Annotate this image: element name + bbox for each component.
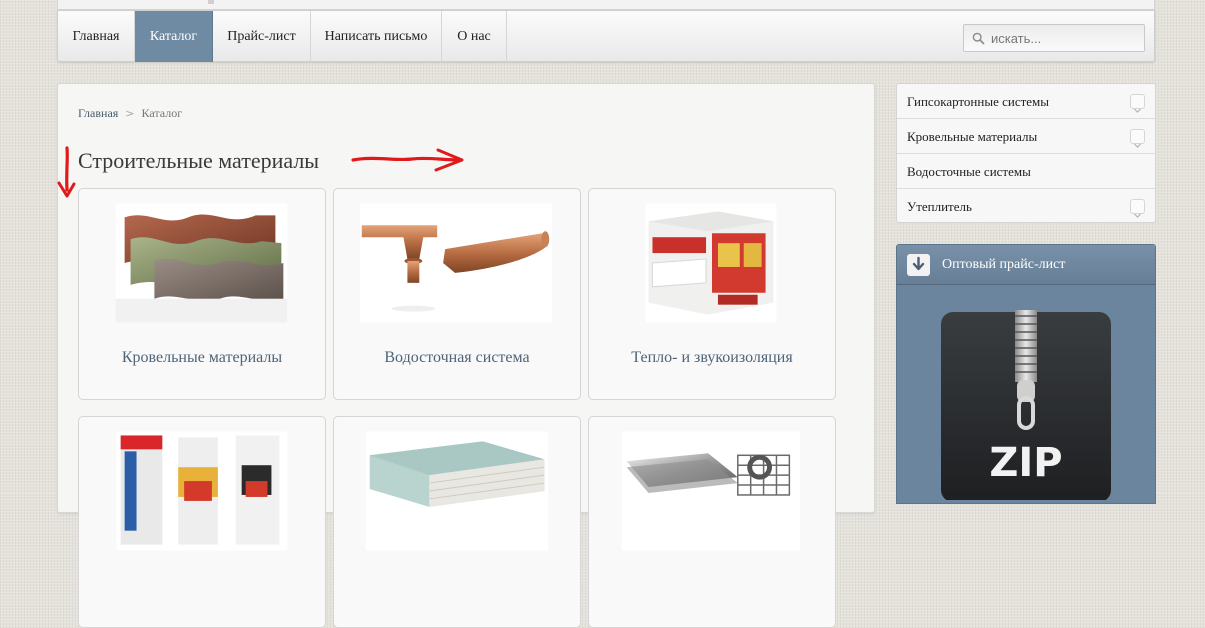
category-card[interactable] [333,416,581,628]
category-card-label: Тепло- и звукоизоляция [631,349,793,366]
price-list-header[interactable]: Оптовый прайс-лист [897,245,1155,285]
catalog-content: Главная > Каталог Строительные материалы К… [57,83,875,628]
category-card[interactable] [588,416,836,628]
sidebar-item-label: Кровельные материалы [907,129,1038,144]
search-box[interactable] [963,24,1145,52]
category-sidebar-menu: Гипсокартонные системы Кровельные матери… [896,83,1156,223]
nav-item-about[interactable]: О нас [442,11,507,62]
nav-item-price-list[interactable]: Прайс-лист [213,11,311,62]
nav-item-write-letter[interactable]: Написать письмо [311,11,442,62]
metal-sheets-image [621,431,801,551]
insulation-image [645,203,777,323]
category-card[interactable]: Тепло- и звукоизоляция [588,188,836,400]
roofing-tiles-image [115,203,288,323]
drywall-sheets-image [365,431,549,551]
chevron-down-icon[interactable] [1130,129,1145,148]
sidebar-item-insulation[interactable]: Утеплитель [897,189,1155,224]
zip-archive-icon[interactable]: ZIP [939,310,1113,502]
gutter-image [359,203,553,323]
red-right-arrow-annotation [351,148,464,172]
sidebar-item-gutter-systems[interactable]: Водосточные системы [897,154,1155,189]
chevron-down-icon[interactable] [1130,199,1145,218]
search-input[interactable] [991,25,1141,51]
sidebar-item-label: Водосточные системы [907,164,1031,179]
sidebar-item-roofing[interactable]: Кровельные материалы [897,119,1155,154]
category-card-label: Водосточная система [384,349,530,366]
top-bar-edge [57,0,1155,10]
red-down-arrow-annotation [57,146,76,198]
dry-mix-bags-image [116,431,288,551]
nav-item-home[interactable]: Главная [58,11,135,62]
sidebar-item-label: Утеплитель [907,199,972,214]
zip-label: ZIP [989,440,1063,486]
category-card[interactable] [78,416,326,628]
category-card[interactable]: Кровельные материалы [78,188,326,400]
breadcrumb-separator: > [125,107,135,120]
chevron-down-icon[interactable] [1130,94,1145,113]
nav-item-catalog[interactable]: Каталог [135,11,213,62]
price-list-panel: Оптовый прайс-лист ZIP [896,244,1156,504]
sidebar-item-drywall-systems[interactable]: Гипсокартонные системы [897,84,1155,119]
category-card[interactable]: Водосточная система [333,188,581,400]
breadcrumb-current: Каталог [141,106,183,120]
page-title: Строительные материалы [78,148,320,173]
category-card-label: Кровельные материалы [121,349,283,366]
search-icon [972,32,985,45]
download-icon[interactable] [907,254,930,276]
breadcrumb: Главная > Каталог [78,106,182,121]
top-bar-nub [208,0,214,4]
sidebar-item-label: Гипсокартонные системы [907,94,1050,109]
breadcrumb-home-link[interactable]: Главная [78,106,118,120]
price-list-title: Оптовый прайс-лист [942,257,1066,272]
main-navigation: Главная Каталог Прайс-лист Написать пись… [57,10,1155,62]
